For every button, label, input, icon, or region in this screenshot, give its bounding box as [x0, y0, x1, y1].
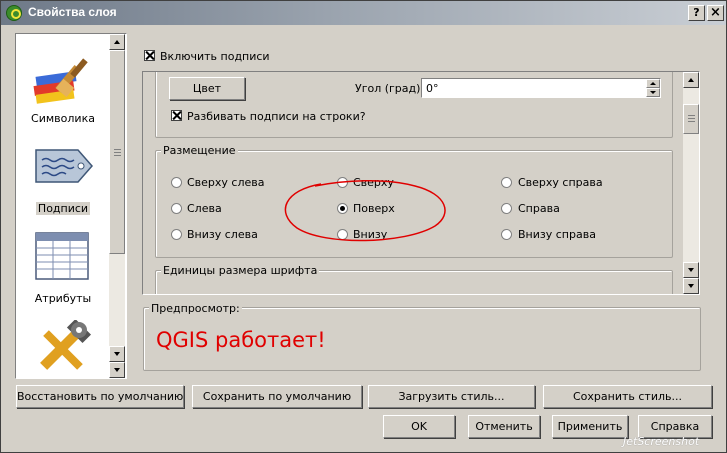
- enable-labels-label: Включить подписи: [160, 50, 270, 63]
- angle-value: 0°: [426, 82, 439, 95]
- radio-top-left[interactable]: [171, 177, 182, 188]
- qgis-logo-icon: [6, 5, 22, 21]
- sidebar-scrollbar[interactable]: [109, 34, 125, 378]
- spin-down-icon[interactable]: [646, 88, 660, 97]
- scroll-down-arrow-icon[interactable]: [109, 346, 125, 362]
- scroll-up-arrow-icon[interactable]: [109, 34, 125, 50]
- font-units-title: Единицы размера шрифта: [161, 264, 320, 277]
- sidebar-item-symbology[interactable]: Символика: [16, 56, 110, 136]
- spin-up-icon[interactable]: [646, 79, 660, 88]
- apply-button[interactable]: Применить: [552, 415, 628, 438]
- sidebar-item-label: Атрибуты: [34, 292, 92, 305]
- sidebar-item-label: Символика: [31, 112, 95, 125]
- label-tag-icon: [35, 149, 93, 183]
- title-bar[interactable]: Свойства слоя ? ×: [1, 1, 726, 25]
- scroll-down-arrow-icon[interactable]: [683, 262, 699, 278]
- angle-label: Угол (град): [355, 82, 421, 95]
- radio-label: Внизу слева: [187, 228, 258, 241]
- radio-bottom-left[interactable]: [171, 229, 182, 240]
- tools-icon: [40, 320, 91, 370]
- save-style-button[interactable]: Сохранить стиль...: [543, 385, 712, 408]
- sidebar-item-general[interactable]: [16, 320, 110, 376]
- help-title-button[interactable]: ?: [688, 5, 705, 21]
- wrap-lines-checkbox[interactable]: [171, 110, 182, 121]
- scrollbar-thumb[interactable]: [683, 104, 699, 134]
- radio-label: Справа: [518, 202, 560, 215]
- preview-text: QGIS работает!: [156, 328, 326, 352]
- layer-properties-dialog: Свойства слоя ? × Символика Подписи Атри…: [0, 0, 727, 453]
- radio-label: Слева: [187, 202, 222, 215]
- wrap-lines-label: Разбивать подписи на строки?: [187, 110, 366, 123]
- color-button[interactable]: Цвет: [169, 77, 245, 100]
- watermark: JetScreenshot: [623, 435, 700, 448]
- save-defaults-button[interactable]: Сохранить по умолчанию: [192, 385, 362, 408]
- close-button[interactable]: ×: [707, 5, 724, 21]
- preview-title: Предпросмотр:: [149, 302, 242, 315]
- preview-group: Предпросмотр: QGIS работает!: [143, 302, 701, 371]
- radio-label: Сверху слева: [187, 176, 265, 189]
- enable-labels-checkbox[interactable]: [144, 50, 155, 61]
- table-icon: [35, 232, 89, 280]
- restore-defaults-button[interactable]: Восстановить по умолчанию: [16, 385, 184, 408]
- scrollbar-thumb[interactable]: [109, 50, 125, 254]
- ok-button[interactable]: OK: [383, 415, 455, 438]
- scroll-down-arrow-icon[interactable]: [683, 278, 699, 294]
- radio-left[interactable]: [171, 203, 182, 214]
- angle-spinbox[interactable]: 0°: [421, 78, 661, 98]
- window-title: Свойства слоя: [28, 5, 117, 19]
- load-style-button[interactable]: Загрузить стиль...: [368, 385, 535, 408]
- sidebar-item-labels[interactable]: Подписи: [16, 146, 110, 218]
- radio-top-right[interactable]: [501, 177, 512, 188]
- radio-label: Внизу справа: [518, 228, 596, 241]
- sidebar-item-label: Подписи: [35, 202, 91, 215]
- placement-title: Размещение: [161, 144, 238, 157]
- radio-label: Сверху справа: [518, 176, 603, 189]
- brush-icon: [33, 58, 88, 104]
- cancel-button[interactable]: Отменить: [468, 415, 540, 438]
- scroll-up-arrow-icon[interactable]: [683, 72, 699, 88]
- labels-settings-scroll-area: Цвет Угол (град) 0° Разбивать подписи на…: [142, 71, 700, 295]
- scroll-down-arrow-icon[interactable]: [109, 362, 125, 378]
- sidebar-item-attributes[interactable]: Атрибуты: [16, 232, 110, 308]
- settings-scrollbar[interactable]: [683, 72, 699, 294]
- radio-bottom-right[interactable]: [501, 229, 512, 240]
- annotation-ellipse: [284, 179, 446, 242]
- radio-right[interactable]: [501, 203, 512, 214]
